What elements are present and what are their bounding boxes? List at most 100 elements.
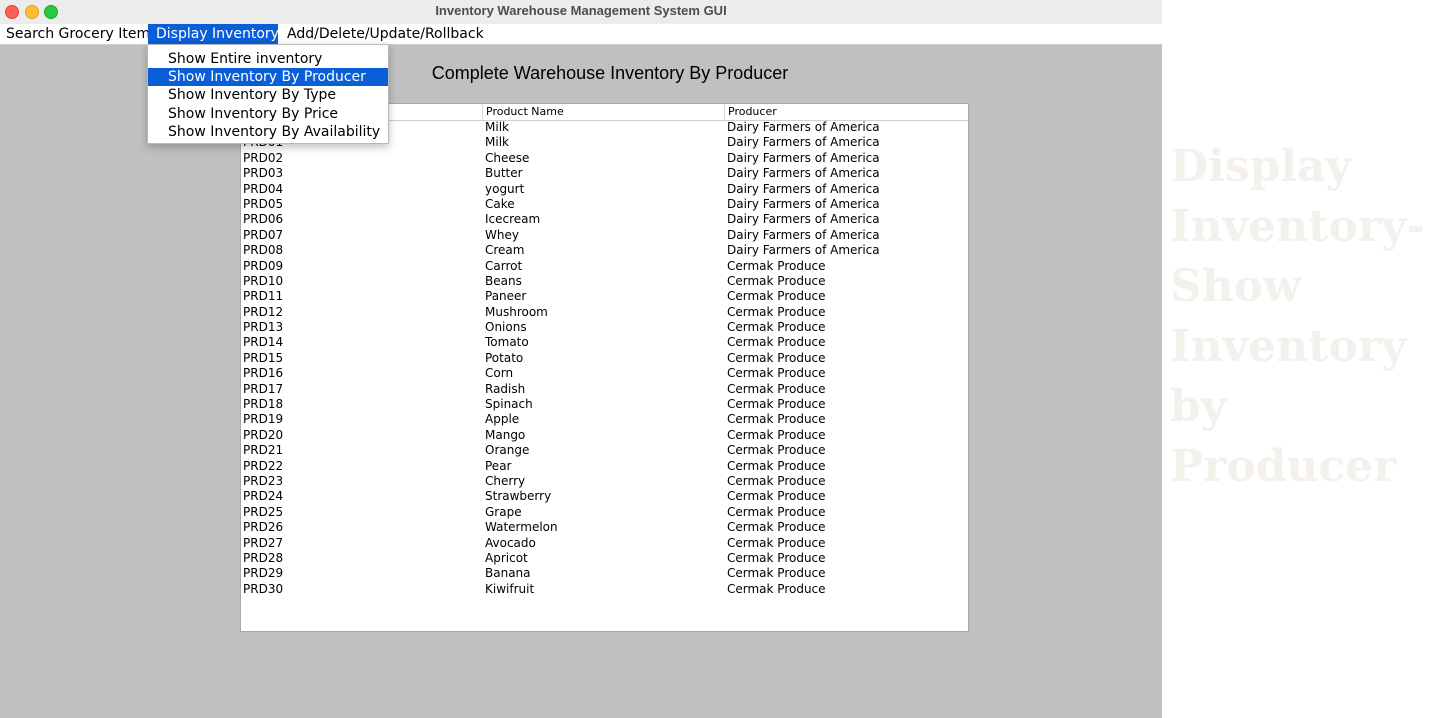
table-row[interactable]: PRD21 Orange Cermak Produce: [241, 443, 968, 458]
cell-product-name: Potato: [485, 350, 524, 365]
table-row[interactable]: PRD06 Icecream Dairy Farmers of America: [241, 212, 968, 227]
table-row[interactable]: PRD09 Carrot Cermak Produce: [241, 259, 968, 274]
cell-product-name: Watermelon: [485, 520, 558, 535]
cell-producer: Cermak Produce: [727, 350, 826, 365]
cell-product-name: Banana: [485, 566, 531, 581]
table-row[interactable]: PRD04 yogurt Dairy Farmers of America: [241, 182, 968, 197]
cell-product-name: Whey: [485, 227, 519, 242]
cell-product-name: Beans: [485, 273, 522, 288]
cell-id: PRD24: [243, 489, 284, 504]
menu-item-show-inventory-by-type[interactable]: Show Inventory By Type: [148, 86, 388, 104]
cell-producer: Dairy Farmers of America: [727, 212, 880, 227]
cell-product-name: Avocado: [485, 535, 536, 550]
cell-id: PRD15: [243, 350, 284, 365]
cell-id: PRD23: [243, 473, 284, 488]
cell-id: PRD05: [243, 196, 284, 211]
cell-producer: Cermak Produce: [727, 273, 826, 288]
menu-item-show-inventory-by-availability[interactable]: Show Inventory By Availability: [148, 123, 388, 141]
table-row[interactable]: PRD18 Spinach Cermak Produce: [241, 397, 968, 412]
cell-producer: Dairy Farmers of America: [727, 150, 880, 165]
cell-producer: Dairy Farmers of America: [727, 243, 880, 258]
table-row[interactable]: PRD17 Radish Cermak Produce: [241, 382, 968, 397]
table-row[interactable]: PRD02 Cheese Dairy Farmers of America: [241, 151, 968, 166]
table-row[interactable]: PRD26 Watermelon Cermak Produce: [241, 520, 968, 535]
cell-producer: Cermak Produce: [727, 320, 826, 335]
table-row[interactable]: PRD11 Paneer Cermak Produce: [241, 289, 968, 304]
cell-producer: Dairy Farmers of America: [727, 196, 880, 211]
cell-product-name: Spinach: [485, 397, 533, 412]
menu-display-inventory[interactable]: Display Inventory: [148, 24, 279, 44]
cell-producer: Cermak Produce: [727, 427, 826, 442]
cell-product-name: Tomato: [485, 335, 529, 350]
cell-id: PRD13: [243, 320, 284, 335]
cell-id: PRD19: [243, 412, 284, 427]
cell-product-name: Radish: [485, 381, 526, 396]
column-header-product-name[interactable]: Product Name: [483, 104, 725, 120]
cell-producer: Cermak Produce: [727, 535, 826, 550]
table-row[interactable]: PRD20 Mango Cermak Produce: [241, 428, 968, 443]
cell-producer: Dairy Farmers of America: [727, 227, 880, 242]
table-row[interactable]: PRD30 Kiwifruit Cermak Produce: [241, 582, 968, 597]
window-title: Inventory Warehouse Management System GU…: [435, 3, 727, 18]
table-row[interactable]: PRD07 Whey Dairy Farmers of America: [241, 228, 968, 243]
cell-producer: Cermak Produce: [727, 412, 826, 427]
cell-producer: Dairy Farmers of America: [727, 120, 880, 134]
cell-id: PRD03: [243, 166, 284, 181]
table-row[interactable]: PRD16 Corn Cermak Produce: [241, 366, 968, 381]
cell-producer: Dairy Farmers of America: [727, 181, 880, 196]
table-row[interactable]: PRD25 Grape Cermak Produce: [241, 505, 968, 520]
table-row[interactable]: PRD10 Beans Cermak Produce: [241, 274, 968, 289]
table-row[interactable]: PRD05 Cake Dairy Farmers of America: [241, 197, 968, 212]
cell-id: PRD17: [243, 381, 284, 396]
cell-product-name: Corn: [485, 366, 514, 381]
cell-product-name: Pear: [485, 458, 512, 473]
table-row[interactable]: PRD15 Potato Cermak Produce: [241, 351, 968, 366]
menu-item-show-inventory-by-producer[interactable]: Show Inventory By Producer: [148, 68, 388, 86]
cell-producer: Dairy Farmers of America: [727, 166, 880, 181]
menu-item-show-entire-inventory[interactable]: Show Entire inventory: [148, 50, 388, 68]
menu-item-show-inventory-by-price[interactable]: Show Inventory By Price: [148, 105, 388, 123]
cell-product-name: Apricot: [485, 550, 528, 565]
table-row[interactable]: PRD08 Cream Dairy Farmers of America: [241, 243, 968, 258]
table-row[interactable]: PRD13 Onions Cermak Produce: [241, 320, 968, 335]
menu-search-grocery-item[interactable]: Search Grocery Item: [0, 24, 150, 44]
table-row[interactable]: PRD27 Avocado Cermak Produce: [241, 536, 968, 551]
cell-product-name: Kiwifruit: [485, 581, 535, 596]
cell-producer: Cermak Produce: [727, 366, 826, 381]
menu-add-delete-update-rollback[interactable]: Add/Delete/Update/Rollback: [279, 24, 489, 44]
table-row[interactable]: PRD22 Pear Cermak Produce: [241, 459, 968, 474]
table-body: PRD00MilkDairy Farmers of AmericaPRD01Mi…: [241, 120, 968, 597]
cell-id: PRD27: [243, 535, 284, 550]
cell-producer: Cermak Produce: [727, 473, 826, 488]
cell-product-name: Milk: [485, 135, 509, 150]
table-row[interactable]: PRD29 Banana Cermak Produce: [241, 566, 968, 581]
cell-product-name: Onions: [485, 320, 527, 335]
menu-bar: Search Grocery Item Display Inventory Ad…: [0, 24, 1162, 45]
cell-product-name: Orange: [485, 443, 530, 458]
title-bar: Inventory Warehouse Management System GU…: [0, 0, 1162, 25]
side-caption: Display Inventory-Show Inventory by Prod…: [1170, 141, 1425, 492]
cell-product-name: yogurt: [485, 181, 525, 196]
cell-id: PRD11: [243, 289, 284, 304]
table-row[interactable]: PRD14 Tomato Cermak Produce: [241, 335, 968, 350]
cell-producer: Cermak Produce: [727, 566, 826, 581]
cell-producer: Cermak Produce: [727, 550, 826, 565]
cell-id: PRD30: [243, 581, 284, 596]
cell-producer: Dairy Farmers of America: [727, 135, 880, 150]
table-row[interactable]: PRD19 Apple Cermak Produce: [241, 412, 968, 427]
table-row[interactable]: PRD23 Cherry Cermak Produce: [241, 474, 968, 489]
cell-producer: Cermak Produce: [727, 489, 826, 504]
cell-producer: Cermak Produce: [727, 289, 826, 304]
cell-product-name: Mushroom: [485, 304, 548, 319]
table-row[interactable]: PRD03 Butter Dairy Farmers of America: [241, 166, 968, 181]
table-row[interactable]: PRD12 Mushroom Cermak Produce: [241, 305, 968, 320]
column-header-producer[interactable]: Producer: [725, 104, 968, 120]
table-row[interactable]: PRD28 Apricot Cermak Produce: [241, 551, 968, 566]
cell-producer: Cermak Produce: [727, 397, 826, 412]
table-row[interactable]: PRD24 Strawberry Cermak Produce: [241, 489, 968, 504]
cell-product-name: Cheese: [485, 150, 530, 165]
cell-id: PRD25: [243, 504, 284, 519]
cell-id: PRD16: [243, 366, 284, 381]
cell-producer: Cermak Produce: [727, 581, 826, 596]
cell-producer: Cermak Produce: [727, 381, 826, 396]
